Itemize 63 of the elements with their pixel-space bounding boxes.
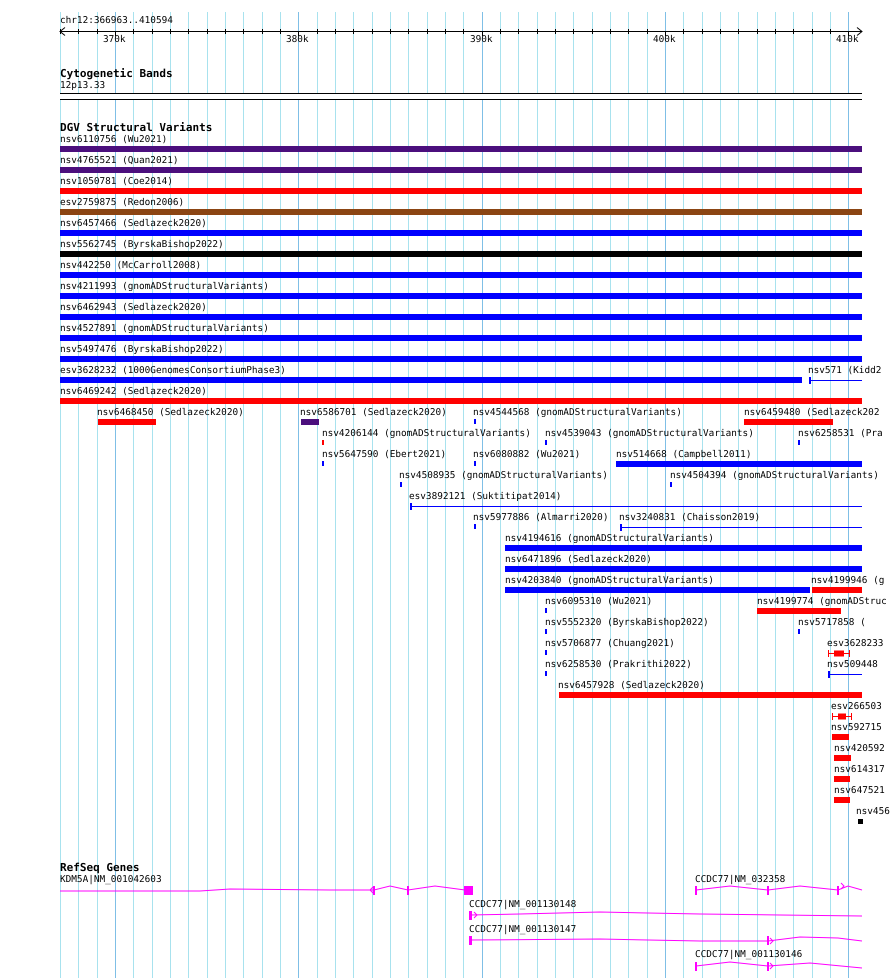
variant-label[interactable]: nsv456 — [856, 806, 890, 818]
variant-label[interactable]: nsv4527891 (gnomADStructuralVariants) — [60, 323, 269, 335]
variant-label[interactable]: nsv6258530 (Prakrithi2022) — [545, 659, 692, 671]
variant-label[interactable]: nsv4194616 (gnomADStructuralVariants) — [505, 533, 714, 545]
tick-label: 400k — [653, 34, 676, 46]
variant-label[interactable]: nsv6459480 (Sedlazeck202 — [744, 407, 880, 419]
track-title: RefSeq Genes — [60, 861, 140, 874]
variant-label[interactable]: nsv6462943 (Sedlazeck2020) — [60, 302, 207, 314]
variant-label[interactable]: esv3628232 (1000GenomesConsortiumPhase3) — [60, 365, 286, 377]
tick-label: 370k — [103, 34, 126, 46]
variant-label[interactable]: nsv5977886 (Almarri2020) — [473, 512, 608, 524]
gene-label[interactable]: CCDC77|NM_001130148 — [469, 899, 576, 911]
variant-label[interactable]: nsv5552320 (ByrskaBishop2022) — [545, 617, 709, 629]
variant-label[interactable]: nsv5562745 (ByrskaBishop2022) — [60, 239, 224, 251]
gene-label[interactable]: CCDC77|NM_032358 — [695, 874, 786, 886]
variant-label[interactable]: nsv5647590 (Ebert2021) — [322, 449, 446, 461]
tick-label: 410k — [836, 34, 859, 46]
variant-label[interactable]: nsv614317 — [834, 764, 885, 776]
variant-label[interactable]: nsv509448 — [827, 659, 878, 671]
position-label: chr12:366963..410594 — [60, 15, 173, 27]
variant-label[interactable]: nsv4199774 (gnomADStruc — [757, 596, 887, 608]
variant-label[interactable]: nsv4211993 (gnomADStructuralVariants) — [60, 281, 269, 293]
gene-label[interactable]: CCDC77|NM_001130146 — [695, 949, 802, 961]
gene-label[interactable]: CCDC77|NM_001130147 — [469, 924, 576, 936]
variant-label[interactable]: nsv6471896 (Sedlazeck2020) — [505, 554, 652, 566]
variant-label[interactable]: nsv6586701 (Sedlazeck2020) — [300, 407, 447, 419]
variant-label[interactable]: nsv6110756 (Wu2021) — [60, 134, 168, 146]
variant-label[interactable]: nsv6095310 (Wu2021) — [545, 596, 652, 608]
variant-label[interactable]: nsv571 (Kidd2 — [808, 365, 882, 377]
variant-label[interactable]: esv3892121 (Suktitipat2014) — [409, 491, 562, 503]
variant-label[interactable]: nsv6080882 (Wu2021) — [473, 449, 580, 461]
variant-label[interactable]: nsv4199946 (g — [811, 575, 884, 587]
variant-label[interactable]: nsv4765521 (Quan2021) — [60, 155, 179, 167]
variant-label[interactable]: nsv442250 (McCarroll2008) — [60, 260, 202, 272]
tick-label: 390k — [470, 34, 493, 46]
variant-label[interactable]: nsv5497476 (ByrskaBishop2022) — [60, 344, 224, 356]
variant-label[interactable]: nsv6468450 (Sedlazeck2020) — [97, 407, 244, 419]
variant-label[interactable]: nsv514668 (Campbell2011) — [616, 449, 752, 461]
variant-label[interactable]: nsv1050781 (Coe2014) — [60, 176, 173, 188]
variant-label[interactable]: nsv4504394 (gnomADStructuralVariants) — [670, 470, 879, 482]
variant-label[interactable]: nsv4203840 (gnomADStructuralVariants) — [505, 575, 714, 587]
track-title: Cytogenetic Bands — [60, 67, 173, 80]
variant-label[interactable]: nsv5717858 ( — [798, 617, 866, 629]
variant-label[interactable]: nsv6469242 (Sedlazeck2020) — [60, 386, 207, 398]
variant-label[interactable]: esv2759875 (Redon2006) — [60, 197, 184, 209]
track-title: DGV Structural Variants — [60, 121, 212, 134]
gene-label[interactable]: KDM5A|NM_001042603 — [60, 874, 162, 886]
tick-label: 380k — [286, 34, 309, 46]
variant-label[interactable]: nsv592715 — [831, 722, 882, 734]
variant-label[interactable]: esv3628233 — [827, 638, 884, 650]
variant-label[interactable]: nsv5706877 (Chuang2021) — [545, 638, 675, 650]
variant-label[interactable]: nsv3240831 (Chaisson2019) — [619, 512, 760, 524]
variant-label[interactable]: esv266503 — [831, 701, 882, 713]
variant-label[interactable]: nsv6457928 (Sedlazeck2020) — [558, 680, 705, 692]
variant-label[interactable]: nsv647521 — [834, 785, 885, 797]
band-label: 12p13.33 — [60, 80, 106, 92]
variant-label[interactable]: nsv4539043 (gnomADStructuralVariants) — [545, 428, 754, 440]
variant-label[interactable]: nsv4508935 (gnomADStructuralVariants) — [399, 470, 608, 482]
variant-label[interactable]: nsv6258531 (Pra — [798, 428, 883, 440]
variant-label[interactable]: nsv420592 — [834, 743, 885, 755]
variant-label[interactable]: nsv4544568 (gnomADStructuralVariants) — [473, 407, 682, 419]
variant-label[interactable]: nsv4206144 (gnomADStructuralVariants) — [322, 428, 531, 440]
variant-label[interactable]: nsv6457466 (Sedlazeck2020) — [60, 218, 207, 230]
